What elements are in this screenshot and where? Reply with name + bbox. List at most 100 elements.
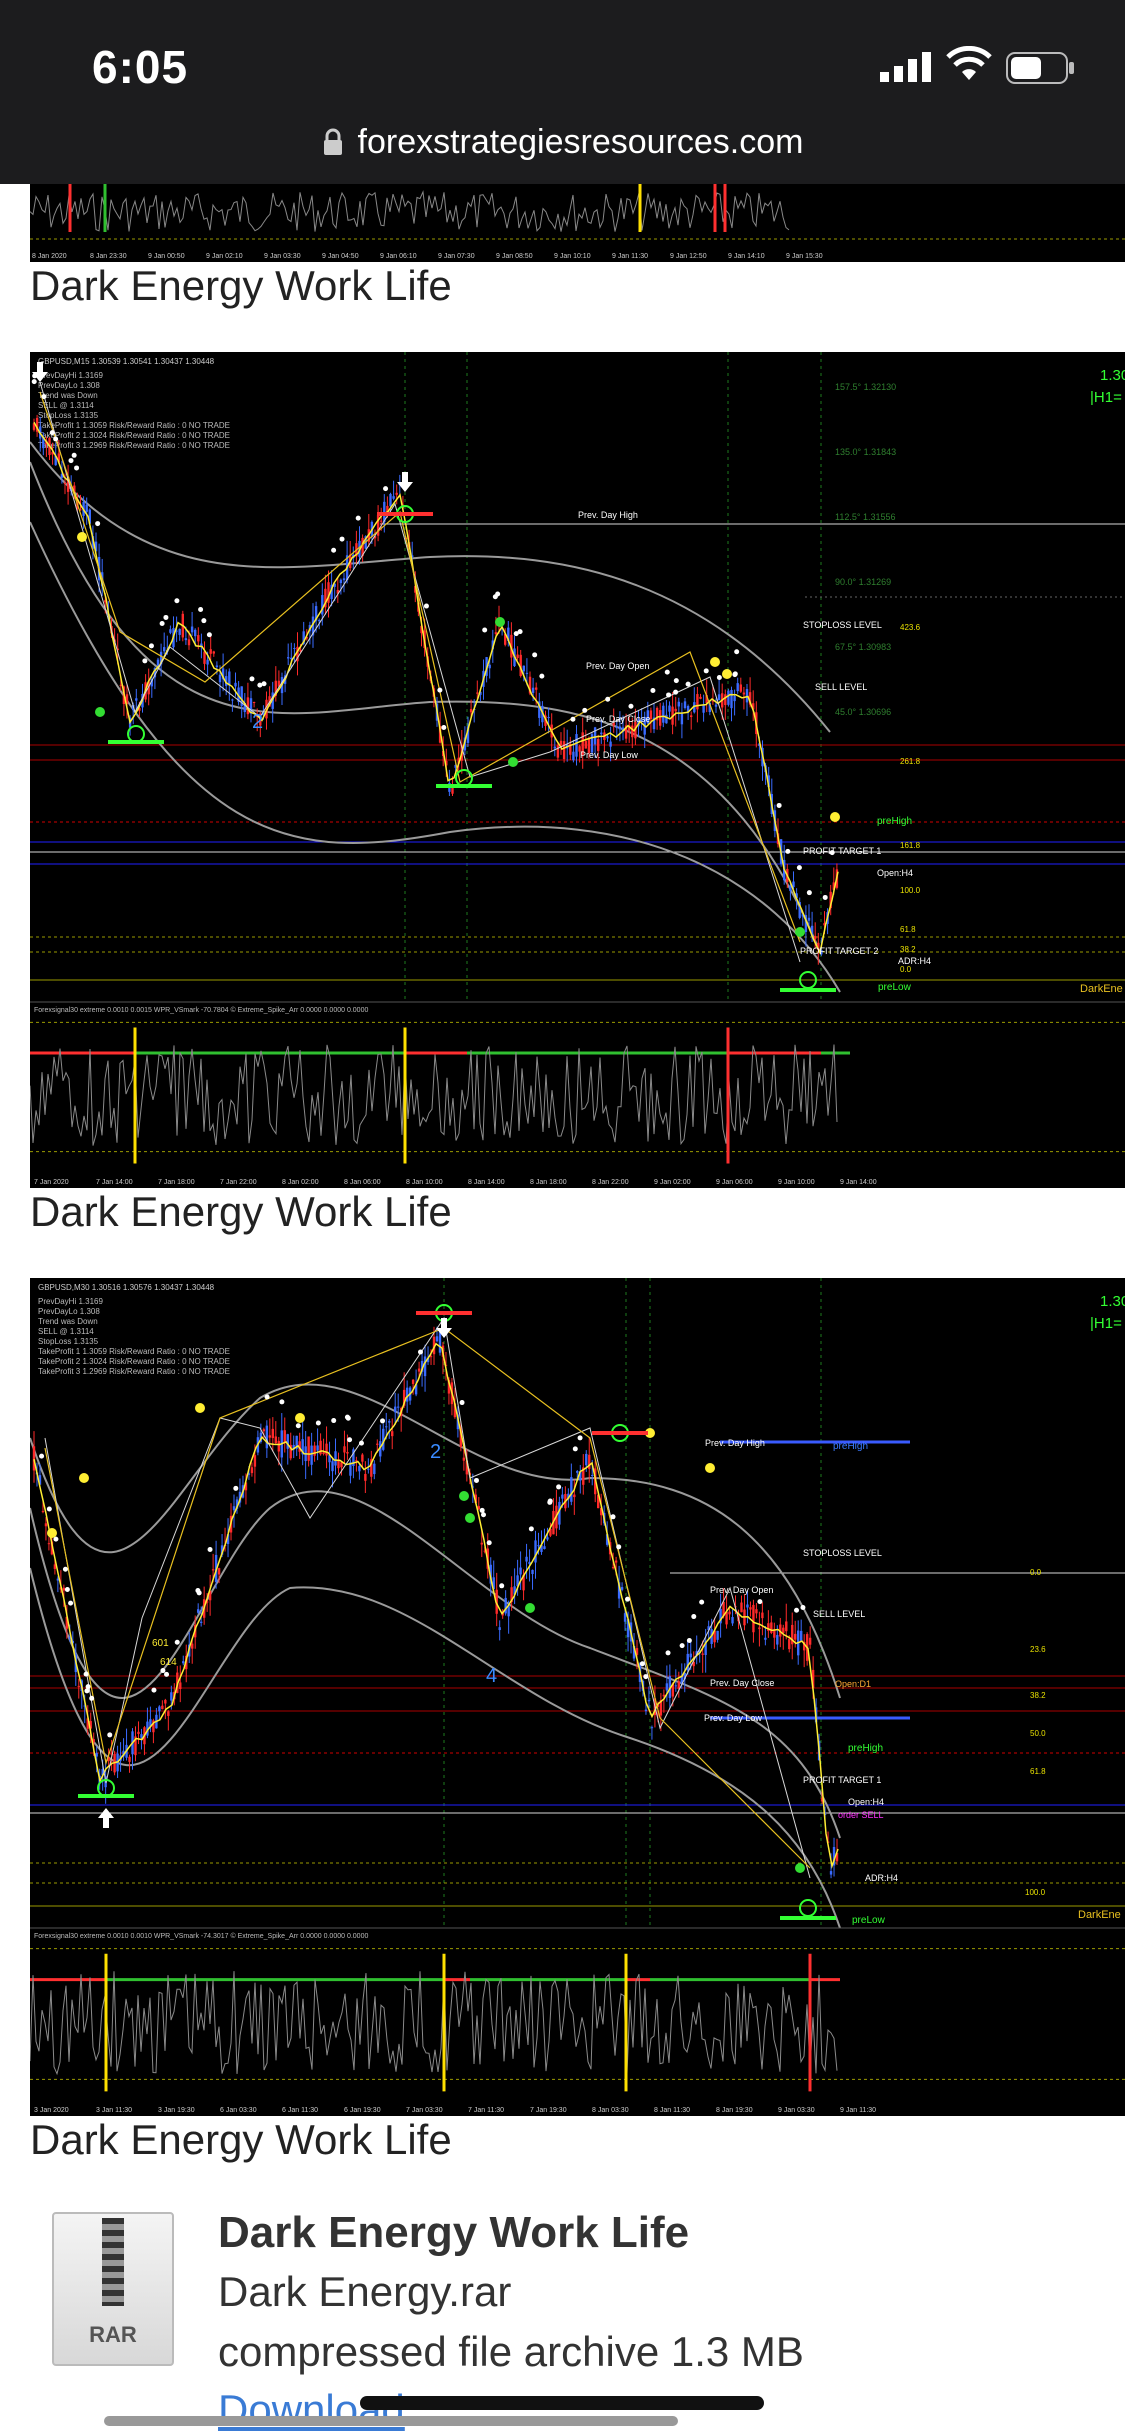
signal-marker <box>95 707 105 717</box>
candle-body <box>794 1633 797 1640</box>
lock-icon <box>323 128 342 155</box>
candle-body <box>609 741 612 747</box>
candle-body <box>380 520 383 522</box>
signal-dot <box>84 1688 90 1694</box>
chart-info-line: TakeProfit 3 1.2969 Risk/Reward Ratio : … <box>38 1367 230 1376</box>
signal-dot <box>482 627 488 633</box>
candle-body <box>543 1546 546 1549</box>
signal-dot <box>295 1423 301 1429</box>
signal-dot <box>556 1484 562 1490</box>
signal-dot <box>31 379 37 385</box>
candle-body <box>724 694 727 706</box>
wpr-oscillator-line <box>30 1971 838 2076</box>
fib-level-label: 61.8 <box>900 925 916 934</box>
chart-info-line: Trend was Down <box>38 1317 98 1326</box>
candle-body <box>385 1426 388 1428</box>
candle-body <box>391 1431 394 1437</box>
chart-info-line: TakeProfit 2 1.3024 Risk/Reward Ratio : … <box>38 1357 230 1366</box>
candle-body <box>364 1473 367 1481</box>
home-indicator[interactable] <box>360 2396 764 2410</box>
signal-dot <box>639 1661 645 1667</box>
candle-body <box>614 1560 618 1563</box>
signal-dot <box>71 452 77 458</box>
candle-body <box>184 638 188 641</box>
candle-body <box>346 1452 349 1454</box>
signal-marker <box>459 1491 469 1501</box>
candle-body <box>733 695 736 702</box>
download-link[interactable]: Download <box>218 2386 405 2434</box>
candle-body <box>668 705 671 712</box>
signal-dot <box>331 547 337 553</box>
candle-body <box>231 699 234 701</box>
candle-body <box>674 708 677 712</box>
indicator-header: Forexsignal30 extreme 0.0010 0.0010 WPR_… <box>34 1932 368 1940</box>
signal-dot <box>89 1695 95 1701</box>
signal-dot <box>757 1599 763 1605</box>
candle-body <box>730 689 733 709</box>
signal-dot <box>776 802 782 808</box>
signal-dot <box>383 486 389 492</box>
chart-level-label: preLow <box>878 982 912 993</box>
signal-dot <box>679 1643 685 1649</box>
indicator-header: Forexsignal30 extreme 0.0010 0.0015 WPR_… <box>34 1006 368 1014</box>
candle-body <box>702 704 705 713</box>
chart-level-label: SELL LEVEL <box>813 1609 865 1619</box>
candle-body <box>716 1630 719 1640</box>
x-axis-tick-label: 7 Jan 14:00 <box>96 1179 133 1186</box>
signal-dot <box>734 649 740 655</box>
candle-body <box>731 1617 734 1624</box>
chart-level-label: Prev. Day Close <box>586 714 650 724</box>
candle-body <box>211 1569 215 1571</box>
candle-body <box>215 665 219 668</box>
x-axis-tick-label: 7 Jan 11:30 <box>468 2107 504 2114</box>
x-axis-tick-label: 9 Jan 11:30 <box>612 253 648 260</box>
candle-body <box>546 1537 549 1540</box>
candle-body <box>164 1699 167 1704</box>
candle-body <box>271 1428 275 1439</box>
candle-body <box>262 1429 266 1432</box>
chart-partial-top: 8 Jan 2020 8 Jan 23:30 9 Jan 00:50 9 Jan 02… <box>30 184 1125 262</box>
x-axis-tick-label: 7 Jan 2020 <box>34 1179 69 1186</box>
x-axis-tick-label: 8 Jan 10:00 <box>406 1179 443 1186</box>
chart-level-label: preLow <box>852 1915 886 1926</box>
candle-body <box>591 1475 594 1477</box>
rar-file-icon: RAR <box>52 2212 174 2366</box>
signal-dot <box>650 688 656 694</box>
candle-body <box>525 1556 528 1562</box>
x-axis-tick-label: 9 Jan 04:50 <box>322 253 359 260</box>
chart-info-line: PrevDayLo 1.308 <box>38 1307 100 1316</box>
candle-body <box>480 1542 483 1545</box>
candle-body <box>516 654 519 658</box>
candle-body <box>665 1683 669 1691</box>
signal-dot <box>345 1415 351 1421</box>
candle-body <box>367 1468 370 1470</box>
signal-marker <box>722 669 732 679</box>
signal-dot <box>732 671 738 677</box>
signal-dot <box>62 1566 68 1572</box>
signal-marker <box>77 532 87 542</box>
x-axis-tick-label: 9 Jan 03:30 <box>264 253 301 260</box>
signal-dot <box>159 621 165 626</box>
candle-body <box>62 1587 66 1591</box>
candle-body <box>782 1627 785 1634</box>
candle-body <box>313 1445 316 1456</box>
candle-body <box>277 1440 280 1452</box>
candle-body <box>209 649 212 654</box>
signal-marker <box>195 1403 205 1413</box>
signal-dot <box>699 1599 705 1605</box>
chart-level-label: DarkEne <box>1080 983 1123 995</box>
gann-level-label: 67.5° 1.30983 <box>835 642 891 652</box>
signal-dot <box>423 603 429 609</box>
signal-dot <box>582 707 588 713</box>
signal-dot <box>664 669 670 675</box>
candle-body <box>95 1752 98 1757</box>
candle-body <box>77 1685 80 1687</box>
candle-body <box>361 1454 364 1462</box>
address-bar[interactable]: forexstrategiesresources.com <box>0 112 1125 172</box>
candle-body <box>620 1587 624 1590</box>
horizontal-scrollbar[interactable] <box>104 2416 678 2426</box>
wave-count-label: 4 <box>486 1665 497 1687</box>
signal-dot <box>83 1671 89 1677</box>
chart-info-line: Trend was Down <box>38 391 98 400</box>
candle-body <box>814 936 817 939</box>
